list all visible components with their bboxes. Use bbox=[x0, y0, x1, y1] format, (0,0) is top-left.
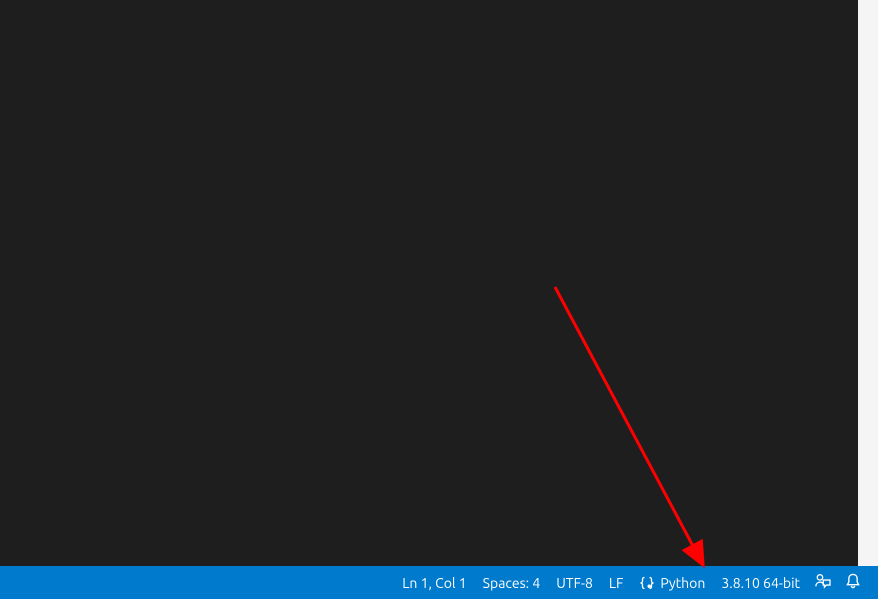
feedback-item[interactable] bbox=[808, 566, 838, 599]
bell-icon bbox=[844, 572, 862, 593]
status-bar: Ln 1, Col 1 Spaces: 4 UTF-8 LF Python 3.… bbox=[0, 566, 878, 599]
python-interpreter-label: 3.8.10 64-bit bbox=[721, 575, 800, 591]
braces-icon bbox=[639, 575, 655, 591]
encoding-item[interactable]: UTF-8 bbox=[548, 566, 601, 599]
right-gutter bbox=[858, 0, 878, 566]
python-interpreter-item[interactable]: 3.8.10 64-bit bbox=[713, 566, 808, 599]
eol-label: LF bbox=[609, 575, 624, 591]
feedback-icon bbox=[814, 572, 832, 593]
language-mode-item[interactable]: Python bbox=[631, 566, 713, 599]
encoding-label: UTF-8 bbox=[556, 575, 593, 591]
vertical-scrollbar[interactable] bbox=[844, 0, 858, 566]
eol-item[interactable]: LF bbox=[601, 566, 632, 599]
language-mode-label: Python bbox=[660, 575, 705, 591]
indentation-label: Spaces: 4 bbox=[483, 575, 541, 591]
editor-area[interactable] bbox=[0, 0, 844, 566]
indentation-item[interactable]: Spaces: 4 bbox=[475, 566, 549, 599]
cursor-position-label: Ln 1, Col 1 bbox=[402, 575, 466, 591]
notifications-item[interactable] bbox=[838, 566, 868, 599]
cursor-position-item[interactable]: Ln 1, Col 1 bbox=[394, 566, 474, 599]
